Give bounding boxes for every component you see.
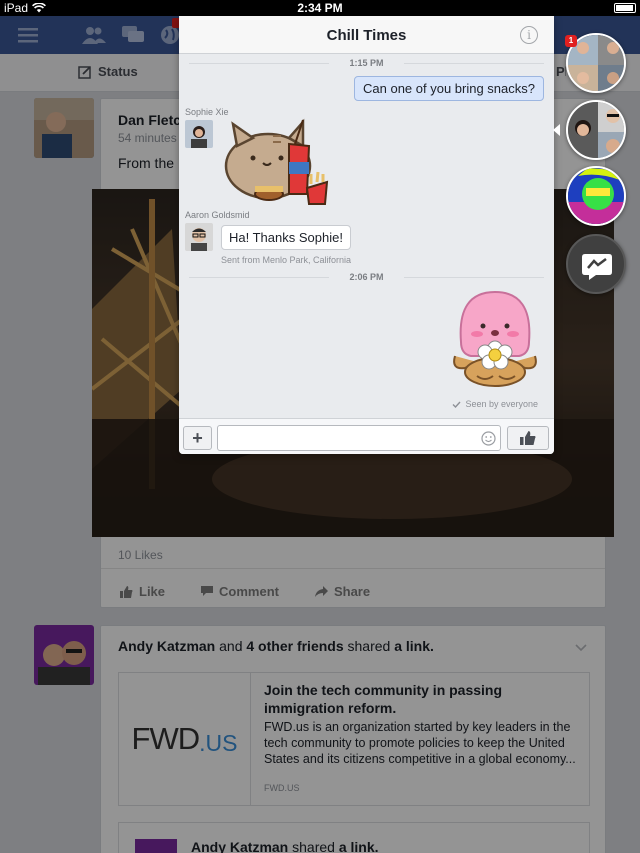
chat-head-contact[interactable]: [566, 166, 626, 226]
avatar-aaron[interactable]: [185, 223, 213, 251]
time-divider-2: 2:06 PM: [179, 272, 554, 282]
message-input[interactable]: [217, 425, 501, 451]
cat-sticker: [224, 118, 329, 205]
outgoing-message: Can one of you bring snacks?: [354, 76, 544, 101]
seen-receipt: Seen by everyone: [452, 399, 538, 409]
seen-label: Seen by everyone: [465, 399, 538, 409]
incoming-message: Ha! Thanks Sophie!: [221, 225, 351, 250]
status-bar: iPad 2:34 PM: [0, 0, 640, 16]
sender-name-aaron: Aaron Goldsmid: [185, 210, 250, 220]
chat-window: Chill Times i 1:15 PM Can one of you bri…: [179, 16, 554, 454]
avatar-image: [185, 223, 213, 251]
add-attachment-button[interactable]: +: [183, 426, 212, 450]
unread-badge: 1: [565, 35, 577, 47]
chat-title: Chill Times: [326, 27, 407, 44]
thumbs-up-icon: [520, 431, 536, 445]
checkmark-icon: [452, 401, 461, 408]
active-chat-pointer: [553, 124, 560, 136]
battery-icon: [614, 3, 636, 13]
send-like-button[interactable]: [507, 426, 549, 450]
avatar-sophie[interactable]: [185, 120, 213, 148]
chat-header: Chill Times i: [179, 16, 554, 54]
message-location: Sent from Menlo Park, California: [221, 255, 352, 265]
message-composer: +: [179, 418, 554, 454]
chat-head-chill-times[interactable]: [566, 100, 626, 160]
clock: 2:34 PM: [297, 1, 343, 15]
messenger-button[interactable]: [566, 234, 626, 294]
avatar-image: [185, 120, 213, 148]
info-icon[interactable]: i: [520, 26, 538, 44]
octopus-sticker: [453, 290, 537, 387]
sender-name-sophie: Sophie Xie: [185, 107, 229, 117]
time-divider-1: 1:15 PM: [179, 58, 554, 68]
emoji-icon[interactable]: [481, 431, 496, 446]
